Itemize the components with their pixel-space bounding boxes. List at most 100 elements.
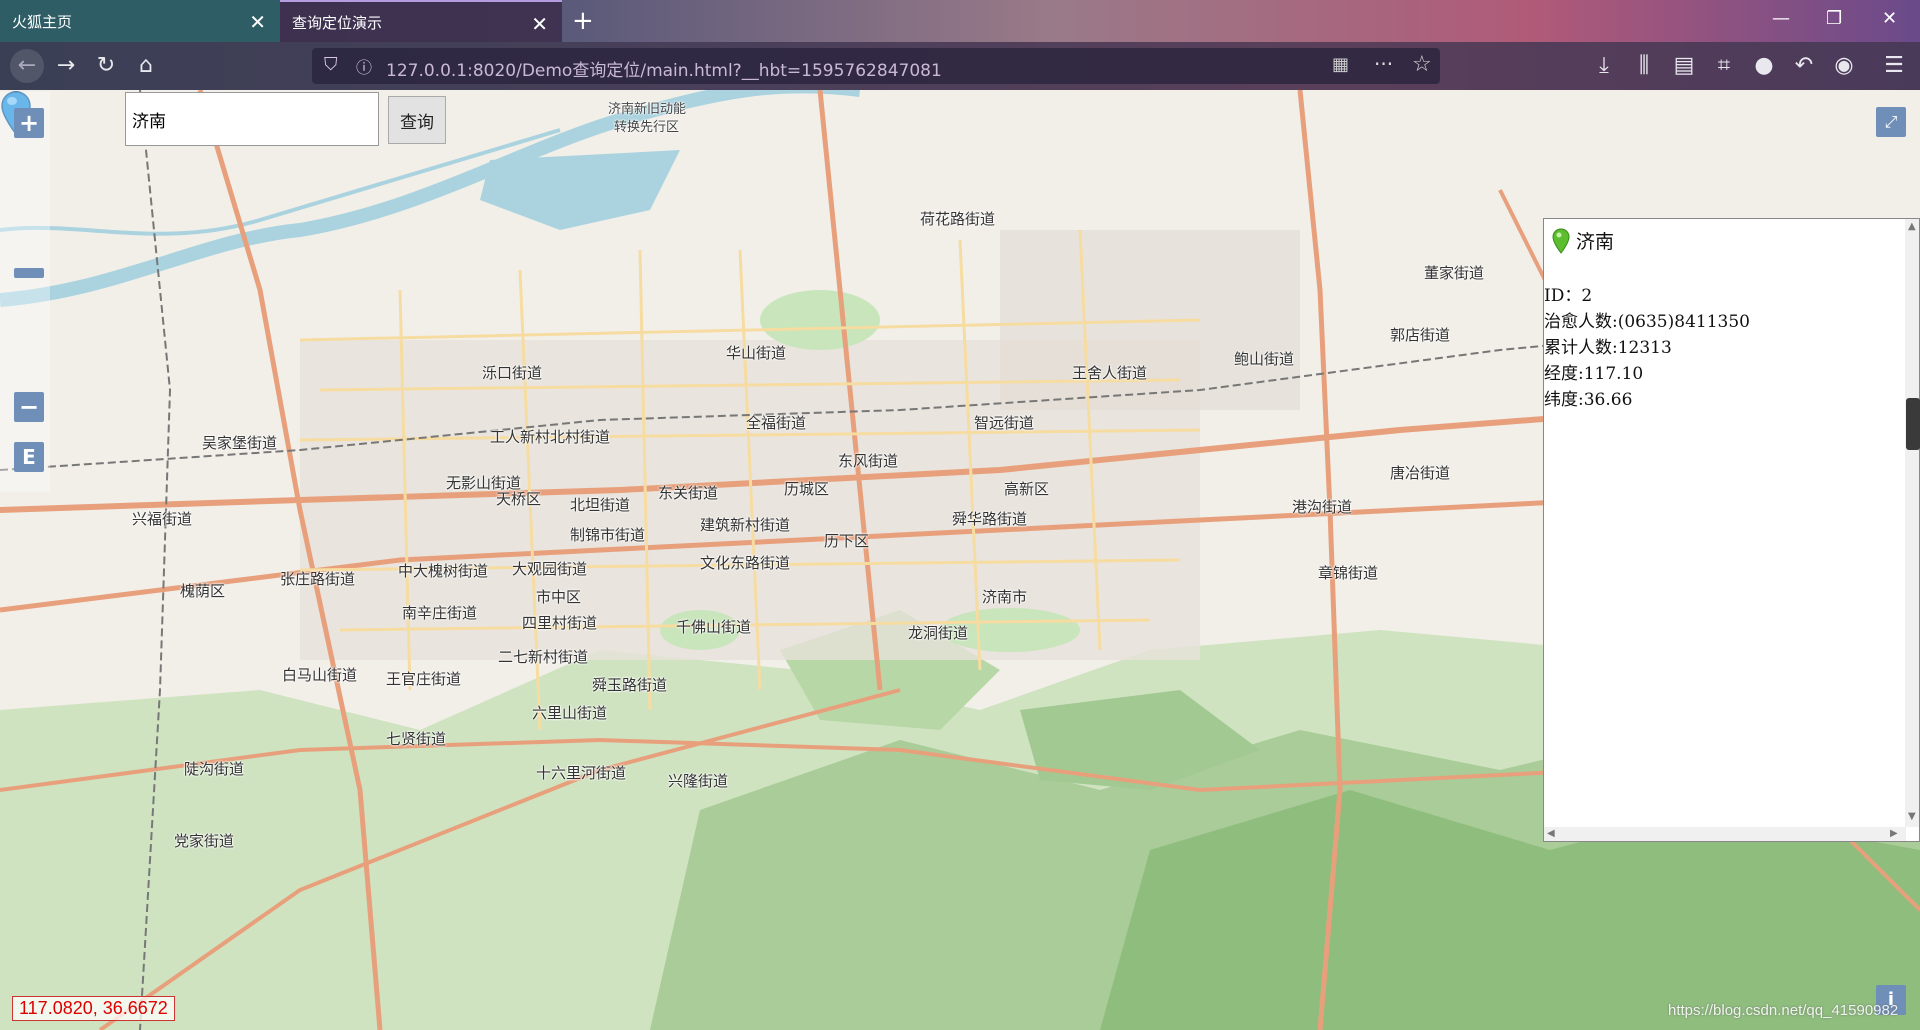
map-label: 南辛庄街道: [402, 604, 478, 622]
scroll-left-icon[interactable]: ◀: [1547, 828, 1555, 839]
map-label: 无影山街道: [446, 474, 522, 492]
info-line-cured: 治愈人数:(0635)8411350: [1544, 312, 1750, 332]
map-label: 东风街道: [838, 452, 899, 470]
window-close-icon[interactable]: ✕: [1882, 8, 1897, 29]
account-icon[interactable]: ◉: [1830, 52, 1858, 80]
tab-home-label: 火狐主页: [12, 12, 73, 31]
map-label: 唐冶街道: [1390, 464, 1451, 482]
info-header: 济南: [1552, 227, 1614, 254]
map-label: 泺口街道: [482, 364, 543, 382]
map-label: 大观园街道: [512, 560, 588, 578]
url-bar[interactable]: ⛉ ⓘ 127.0.0.1:8020/Demo查询定位/main.html?__…: [312, 48, 1440, 84]
info-line-longitude: 经度:117.10: [1544, 364, 1644, 384]
map-label: 全福街道: [746, 414, 807, 432]
map-label: 文化东路街道: [700, 554, 791, 572]
browser-tab-bar: 火狐主页 ✕ 查询定位演示 ✕ + — ❐ ✕: [0, 0, 1920, 42]
map-label: 四里村街道: [522, 614, 598, 632]
map-label: 中大槐树街道: [398, 562, 489, 580]
library-icon[interactable]: ⫼: [1630, 52, 1658, 80]
download-icon[interactable]: ⤓: [1590, 52, 1618, 80]
map-label: 六里山街道: [532, 704, 608, 722]
map-label: 兴隆街道: [668, 772, 729, 790]
reload-icon[interactable]: ↻: [92, 52, 120, 80]
map-label: 历下区: [824, 532, 870, 550]
map-label: 张庄路街道: [280, 570, 356, 588]
scroll-right-icon[interactable]: ▶: [1890, 828, 1898, 839]
map-label: 兴福街道: [132, 510, 193, 528]
minimize-icon[interactable]: —: [1772, 8, 1790, 29]
forward-icon[interactable]: →: [52, 52, 80, 80]
map-label: 制锦市街道: [570, 526, 646, 544]
feature-info-panel: 济南 ID：2 治愈人数:(0635)8411350 累计人数:12313 经度…: [1543, 218, 1920, 842]
map-label: 十六里河街道: [536, 764, 627, 782]
map-label: 智远街道: [974, 414, 1035, 432]
qr-code-icon[interactable]: ▦: [1332, 54, 1349, 75]
watermark-text: https://blog.csdn.net/qq_41590982: [1668, 1002, 1899, 1019]
undo-icon[interactable]: ↶: [1790, 52, 1818, 80]
map-label: 吴家堡街道: [202, 434, 278, 452]
map-label: 二七新村街道: [498, 648, 589, 666]
zoom-in-button[interactable]: +: [14, 108, 44, 138]
tab-home[interactable]: 火狐主页 ✕: [0, 0, 280, 42]
scroll-up-icon[interactable]: ▲: [1908, 221, 1916, 232]
map-label: 市中区: [536, 588, 582, 606]
home-icon[interactable]: ⌂: [132, 52, 160, 80]
restore-icon[interactable]: ❐: [1826, 8, 1842, 29]
scroll-down-icon[interactable]: ▼: [1908, 811, 1916, 822]
map-label: 王官庄街道: [386, 670, 462, 688]
zoom-out-button[interactable]: −: [14, 392, 44, 422]
info-icon[interactable]: ⓘ: [356, 54, 372, 78]
bookmark-star-icon[interactable]: ☆: [1412, 52, 1432, 77]
search-button[interactable]: 查询: [388, 96, 446, 144]
zoom-control-panel: + − E: [0, 92, 50, 492]
tab-query-demo[interactable]: 查询定位演示 ✕: [280, 0, 562, 42]
search-input[interactable]: [125, 92, 379, 146]
horizontal-scrollbar[interactable]: ◀ ▶: [1544, 827, 1906, 841]
map-label: 济南市: [982, 588, 1028, 606]
info-line-latitude: 纬度:36.66: [1544, 390, 1633, 410]
chat-icon[interactable]: ●: [1750, 52, 1778, 80]
back-icon[interactable]: ←: [10, 49, 44, 83]
map-label: 港沟街道: [1292, 498, 1353, 516]
info-line-total: 累计人数:12313: [1544, 338, 1672, 358]
map-label: 七贤街道: [386, 730, 447, 748]
map-label: 高新区: [1004, 480, 1050, 498]
map-label: 历城区: [784, 480, 830, 498]
map-label: 陡沟街道: [184, 760, 245, 778]
info-title: 济南: [1576, 231, 1615, 253]
tab-query-demo-label: 查询定位演示: [292, 13, 383, 32]
info-line-id: ID：2: [1544, 286, 1593, 306]
page-scroll-thumb[interactable]: [1906, 398, 1920, 450]
map-label: 舜华路街道: [952, 510, 1028, 528]
close-icon[interactable]: ✕: [531, 12, 548, 36]
vertical-scrollbar[interactable]: ▲ ▼: [1905, 219, 1919, 827]
sidebar-icon[interactable]: ▤: [1670, 52, 1698, 80]
new-tab-icon[interactable]: +: [572, 6, 594, 36]
map-label: 章锦街道: [1318, 564, 1379, 582]
map-label: 千佛山街道: [676, 618, 752, 636]
close-icon[interactable]: ✕: [249, 10, 266, 34]
map-label: 济南新旧动能: [608, 102, 687, 117]
map-label: 荷花路街道: [920, 210, 996, 228]
zoom-slider-handle[interactable]: [14, 268, 44, 278]
map-label: 华山街道: [726, 344, 787, 362]
green-pin-icon: [1552, 227, 1570, 254]
screenshot-icon[interactable]: ⌗: [1710, 52, 1738, 80]
map-label: 党家街道: [174, 832, 235, 850]
more-actions-icon[interactable]: ···: [1374, 52, 1393, 76]
map-label: 东关街道: [658, 484, 719, 502]
url-text[interactable]: 127.0.0.1:8020/Demo查询定位/main.html?__hbt=…: [386, 56, 942, 81]
menu-icon[interactable]: ☰: [1880, 52, 1908, 80]
fullscreen-icon[interactable]: ⤢: [1876, 107, 1906, 137]
info-content: ID：2 治愈人数:(0635)8411350 累计人数:12313 经度:11…: [1544, 283, 1750, 413]
map-label: 龙洞街道: [908, 624, 969, 642]
mouse-coordinates: 117.0820, 36.6672: [12, 996, 175, 1021]
map-label: 建筑新村街道: [700, 516, 791, 534]
map-label: 鲍山街道: [1234, 350, 1295, 368]
shield-icon[interactable]: ⛉: [324, 54, 338, 75]
layer-switch-button[interactable]: E: [14, 442, 44, 472]
browser-nav-bar: ← → ↻ ⌂ ⛉ ⓘ 127.0.0.1:8020/Demo查询定位/main…: [0, 42, 1920, 90]
map-label: 转换先行区: [614, 120, 680, 135]
map-label: 北坦街道: [570, 496, 631, 514]
map-label: 郭店街道: [1390, 326, 1451, 344]
